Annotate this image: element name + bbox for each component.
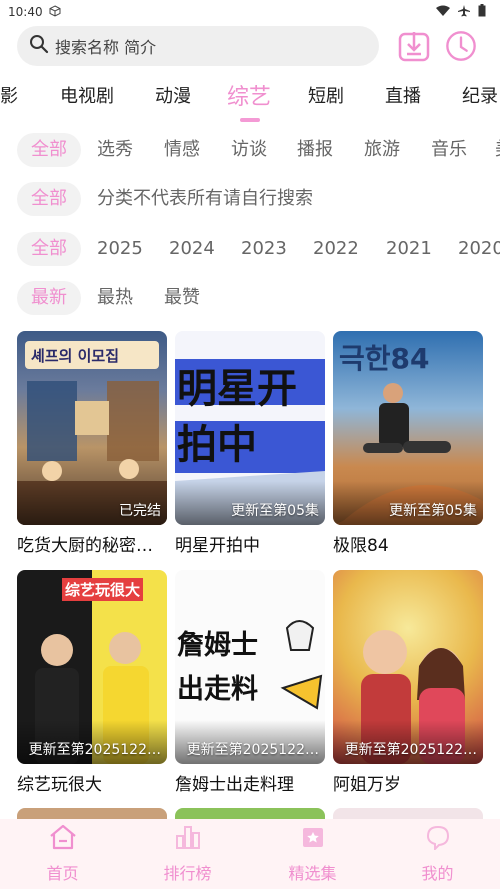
year-chip-all[interactable]: 全部 [17, 232, 81, 266]
search-icon [29, 34, 49, 58]
year-chip[interactable]: 2022 [313, 232, 359, 266]
status-bar: 10:40 [0, 0, 500, 24]
wifi-icon [436, 5, 450, 20]
nav-item-collection[interactable]: 精选集 [250, 819, 375, 889]
genre-chip[interactable]: 情感 [164, 133, 200, 167]
status-badge: 更新至第2025122… [28, 742, 161, 758]
active-tab-indicator [240, 118, 260, 122]
genre-chip[interactable]: 音乐 [431, 133, 467, 167]
tab-short-drama[interactable]: 短剧 [308, 82, 344, 108]
card-title: 明星开拍中 [175, 536, 260, 556]
tab-live[interactable]: 直播 [385, 82, 421, 108]
video-card[interactable]: 셰프의 이모집 已完结 吃货大厨的秘密… [17, 331, 167, 556]
status-badge: 已完结 [119, 503, 161, 519]
poster-image [333, 808, 483, 819]
nav-label: 首页 [46, 864, 79, 883]
tab-anime[interactable]: 动漫 [155, 82, 191, 108]
region-filter-row: 全部 分类不代表所有请自行搜索 [0, 180, 500, 220]
sort-chip-most-liked[interactable]: 最赞 [164, 281, 200, 315]
genre-chip[interactable]: 美 [495, 133, 500, 167]
poster-title-text: 综艺玩很大 [62, 578, 144, 601]
poster-image: 综艺玩很大 更新至第2025122… [17, 570, 167, 764]
year-chip[interactable]: 2025 [97, 232, 143, 266]
video-card[interactable]: 詹姆士出走料理 更新至第2025122… 詹姆士出走料理 [175, 570, 325, 795]
video-card[interactable]: 综艺玩很大 更新至第2025122… 综艺玩很大 [17, 570, 167, 795]
status-badge: 更新至第05集 [231, 503, 319, 519]
year-chip[interactable]: 2023 [241, 232, 287, 266]
year-chip[interactable]: 2021 [386, 232, 432, 266]
year-chip[interactable]: 2020 [458, 232, 500, 266]
status-badge: 更新至第2025122… [344, 742, 477, 758]
nav-label: 排行榜 [163, 864, 212, 883]
genre-chip[interactable]: 选秀 [97, 133, 133, 167]
collection-icon [300, 824, 326, 854]
tab-documentary[interactable]: 纪录 [462, 82, 498, 108]
category-tabs: 影 电视剧 动漫 综艺 短剧 直播 纪录 [0, 74, 500, 120]
poster-image: 극한84 更新至第05集 [333, 331, 483, 525]
genre-chip[interactable]: 播报 [297, 133, 333, 167]
year-filter-row: 全部 2025 2024 2023 2022 2021 2020 [0, 230, 500, 270]
status-time: 10:40 [8, 5, 43, 19]
poster-image: 셰프의 이모집 已完结 [17, 331, 167, 525]
tab-variety[interactable]: 综艺 [227, 79, 271, 111]
genre-filter-row: 全部 选秀 情感 访谈 播报 旅游 音乐 美 [0, 131, 500, 171]
card-title: 吃货大厨的秘密… [17, 536, 153, 556]
video-card[interactable]: 극한84 更新至第05集 极限84 [333, 331, 483, 556]
home-icon [49, 824, 77, 854]
nav-item-profile[interactable]: 我的 [375, 819, 500, 889]
battery-icon [478, 4, 486, 20]
download-icon[interactable] [398, 30, 430, 62]
sort-chip-latest[interactable]: 最新 [17, 281, 81, 315]
top-bar: 搜索名称 简介 [17, 26, 483, 66]
cube-icon [49, 4, 61, 20]
video-card[interactable]: 明星开拍中 更新至第05集 明星开拍中 [175, 331, 325, 556]
poster-image: 詹姆士出走料理 更新至第2025122… [175, 570, 325, 764]
airplane-icon [458, 4, 470, 20]
sort-filter-row: 最新 最热 最赞 [0, 279, 500, 319]
nav-label: 我的 [421, 864, 454, 883]
poster-image: 更新至第2025122… [333, 570, 483, 764]
status-badge: 更新至第2025122… [186, 742, 319, 758]
card-title: 詹姆士出走料理 [175, 775, 294, 795]
bottom-navigation: 首页 排行榜 精选集 我的 [0, 819, 500, 889]
poster-title-text: 詹姆士出走料理 [177, 630, 258, 705]
search-placeholder: 搜索名称 简介 [55, 38, 157, 57]
card-title: 综艺玩很大 [17, 775, 102, 795]
card-title: 阿姐万岁 [333, 775, 401, 795]
card-title: 极限84 [333, 536, 389, 556]
region-chip-all[interactable]: 全部 [17, 182, 81, 216]
nav-label: 精选集 [288, 864, 337, 883]
poster-title-text: 셰프의 이모집 [31, 347, 120, 365]
sort-chip-hottest[interactable]: 最热 [97, 281, 133, 315]
search-input[interactable]: 搜索名称 简介 [17, 26, 379, 66]
video-card[interactable]: 更新至第2025122… 阿姐万岁 [333, 570, 483, 795]
category-hint-text: 分类不代表所有请自行搜索 [97, 188, 313, 209]
history-clock-icon[interactable] [445, 30, 477, 62]
ranking-icon [175, 824, 201, 854]
poster-title-text: 극한84 [339, 342, 430, 375]
tab-movie[interactable]: 影 [0, 82, 18, 108]
profile-icon [425, 824, 451, 854]
year-chip[interactable]: 2024 [169, 232, 215, 266]
poster-title-text: 明星开拍中 [177, 366, 297, 468]
nav-item-home[interactable]: 首页 [0, 819, 125, 889]
genre-chip-all[interactable]: 全部 [17, 133, 81, 167]
poster-image [175, 808, 325, 819]
genre-chip[interactable]: 访谈 [231, 133, 267, 167]
poster-image [17, 808, 167, 819]
tab-tv-series[interactable]: 电视剧 [60, 82, 114, 108]
status-badge: 更新至第05集 [389, 503, 477, 519]
poster-image: 明星开拍中 更新至第05集 [175, 331, 325, 525]
nav-item-ranking[interactable]: 排行榜 [125, 819, 250, 889]
genre-chip[interactable]: 旅游 [364, 133, 400, 167]
